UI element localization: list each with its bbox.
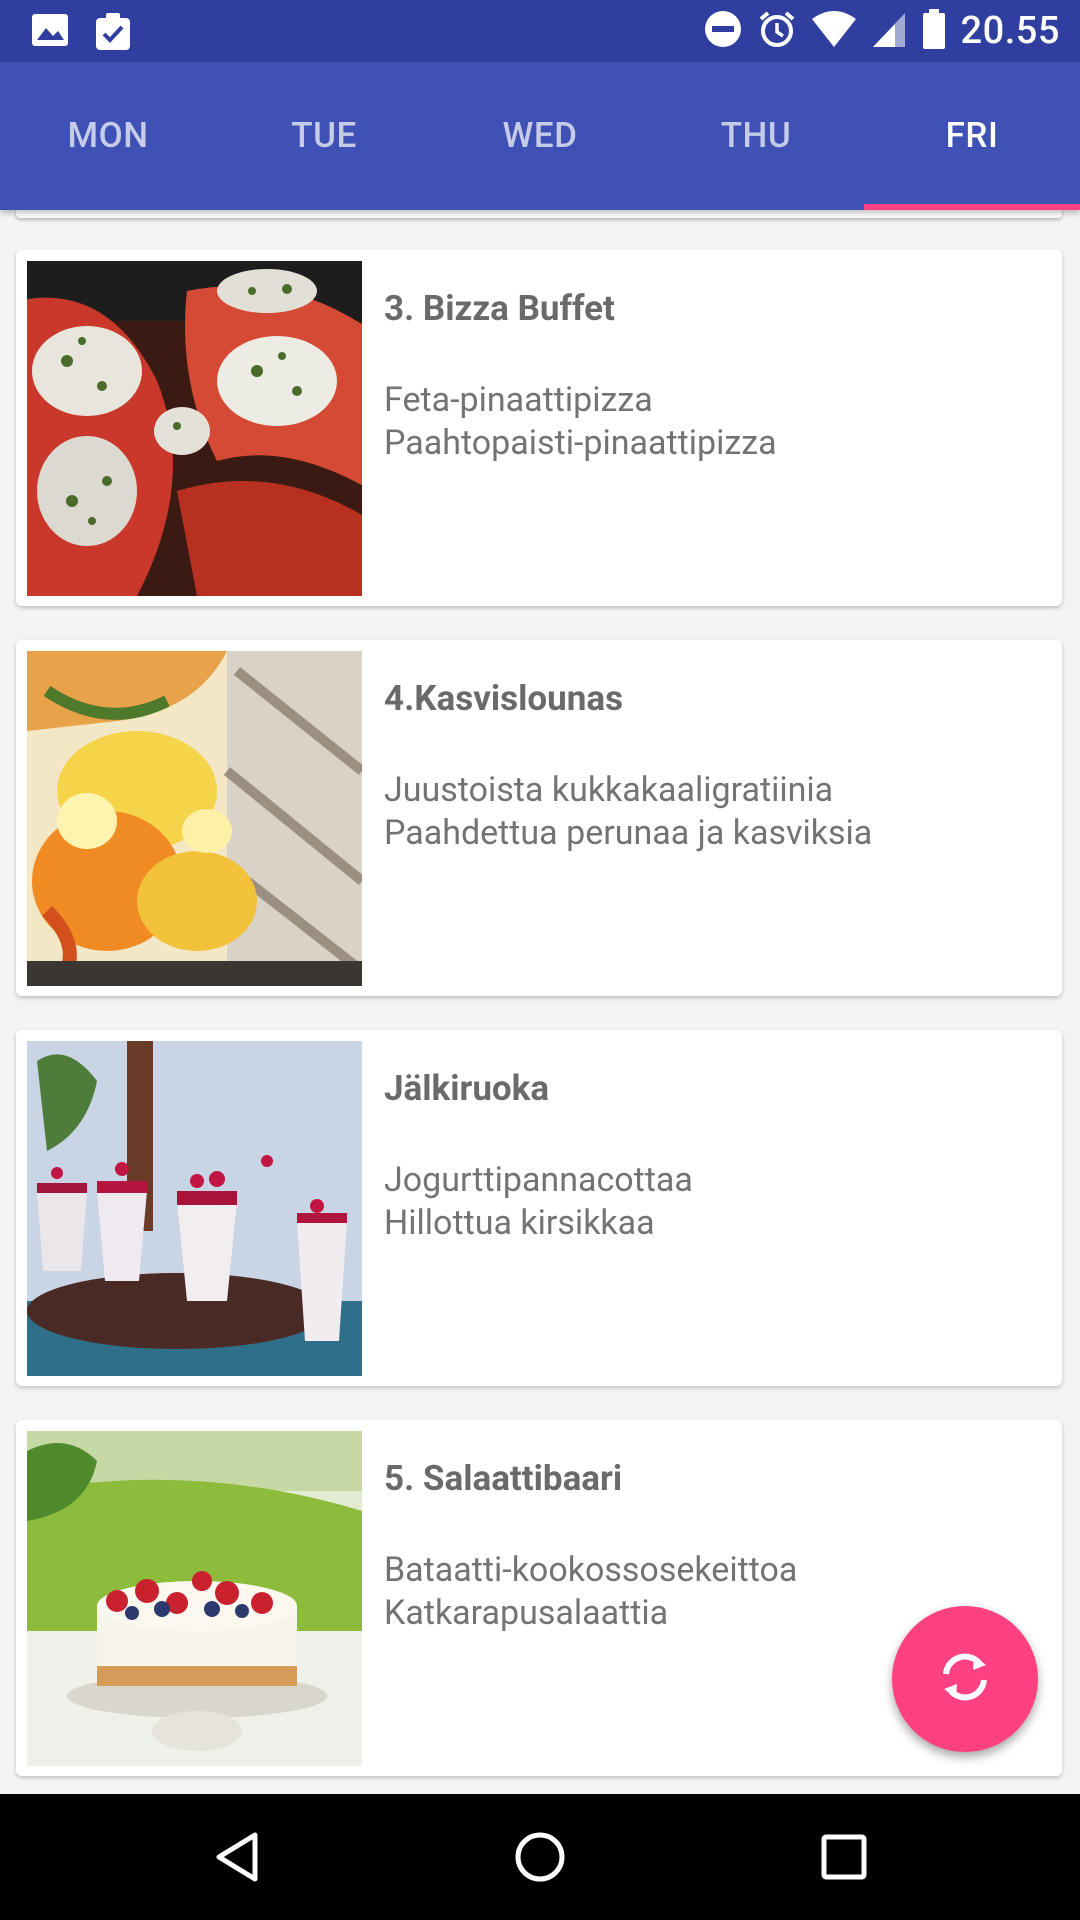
menu-card-dish: Juustoista kukkakaaligratiinia bbox=[384, 770, 834, 810]
menu-card-title: 3. Bizza Buffet bbox=[384, 288, 615, 329]
tab-thu[interactable]: THU bbox=[648, 62, 864, 210]
menu-card-title: 4.Kasvislounas bbox=[384, 678, 624, 719]
menu-card-dish: Jogurttipannacottaa bbox=[384, 1160, 693, 1200]
wifi-icon bbox=[811, 9, 857, 53]
day-tab-bar: MON TUE WED THU FRI bbox=[0, 62, 1080, 210]
alarm-icon bbox=[757, 9, 797, 53]
status-bar: 20.55 bbox=[0, 0, 1080, 62]
clipboard-check-icon bbox=[94, 12, 132, 56]
home-icon[interactable] bbox=[509, 1826, 571, 1888]
berry-cheesecake-photo bbox=[27, 1431, 362, 1766]
menu-card-dish: Katkarapusalaattia bbox=[384, 1593, 669, 1633]
menu-card-title: Jälkiruoka bbox=[384, 1068, 550, 1109]
menu-card-dish: Feta-pinaattipizza bbox=[384, 380, 653, 420]
menu-card-title: 5. Salaattibaari bbox=[384, 1458, 623, 1499]
recents-icon[interactable] bbox=[813, 1826, 875, 1888]
menu-card-dish: Paahdettua perunaa ja kasviksia bbox=[384, 813, 873, 853]
refresh-button[interactable] bbox=[892, 1606, 1038, 1752]
tab-wed[interactable]: WED bbox=[432, 62, 648, 210]
menu-card-kasvislounas[interactable]: 4.Kasvislounas Juustoista kukkakaaligrat… bbox=[16, 640, 1062, 996]
refresh-icon bbox=[936, 1648, 994, 1710]
tab-mon[interactable]: MON bbox=[0, 62, 216, 210]
vegetable-gratin-photo bbox=[27, 651, 362, 986]
cell-signal-icon bbox=[871, 9, 907, 53]
panna-cotta-photo bbox=[27, 1041, 362, 1376]
menu-card-dish: Hillottua kirsikkaa bbox=[384, 1203, 655, 1243]
menu-card-bizza-buffet[interactable]: 3. Bizza Buffet Feta-pinaattipizza Paaht… bbox=[16, 250, 1062, 606]
back-icon[interactable] bbox=[206, 1826, 268, 1888]
image-icon bbox=[30, 12, 70, 56]
system-navigation-bar bbox=[0, 1794, 1080, 1920]
status-time: 20.55 bbox=[960, 9, 1060, 53]
menu-card-jalkiruoka[interactable]: Jälkiruoka Jogurttipannacottaa Hillottua… bbox=[16, 1030, 1062, 1386]
menu-card-dish: Bataatti-kookossosekeittoa bbox=[384, 1550, 798, 1590]
do-not-disturb-icon bbox=[703, 9, 743, 53]
menu-card-salaattibaari[interactable]: 5. Salaattibaari Bataatti-kookossosekeit… bbox=[16, 1420, 1062, 1776]
tab-tue[interactable]: TUE bbox=[216, 62, 432, 210]
menu-card-dish: Paahtopaisti-pinaattipizza bbox=[384, 423, 777, 463]
pizza-photo bbox=[27, 261, 362, 596]
battery-icon bbox=[921, 8, 947, 54]
tab-fri[interactable]: FRI bbox=[864, 62, 1080, 210]
